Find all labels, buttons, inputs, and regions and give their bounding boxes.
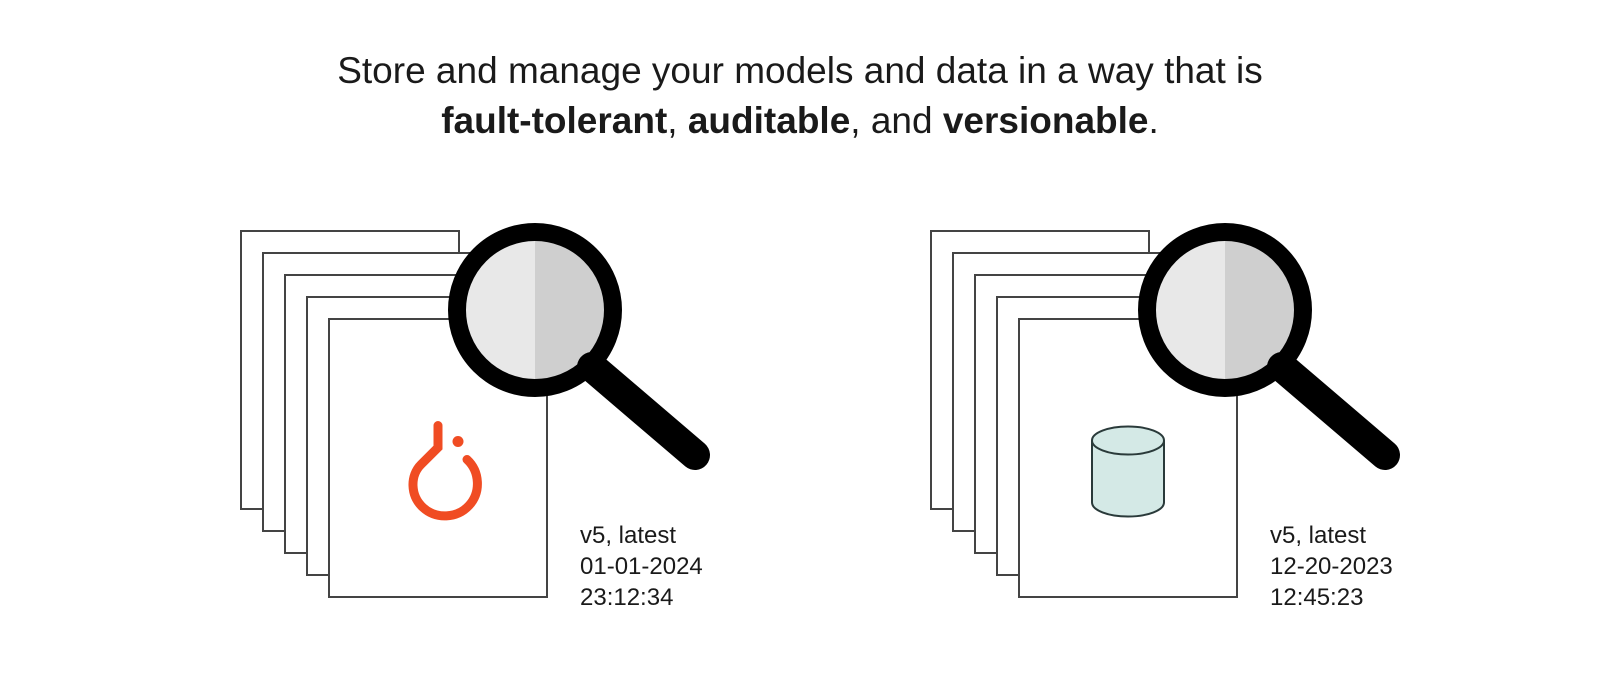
version-date: 12-20-2023 bbox=[1270, 551, 1393, 582]
magnifying-glass-icon bbox=[1130, 220, 1410, 480]
headline-prefix: Store and manage your models and data in… bbox=[337, 50, 1263, 91]
headline: Store and manage your models and data in… bbox=[0, 46, 1600, 146]
version-label: v5, latest bbox=[580, 520, 703, 551]
headline-sep2: , and bbox=[850, 100, 943, 141]
version-time: 12:45:23 bbox=[1270, 582, 1393, 613]
data-versions-group: v5, latest 12-20-2023 12:45:23 bbox=[900, 230, 1460, 630]
version-date: 01-01-2024 bbox=[580, 551, 703, 582]
headline-kw-versionable: versionable bbox=[943, 100, 1149, 141]
model-versions-group: v5, latest 01-01-2024 23:12:34 bbox=[210, 230, 770, 630]
version-label: v5, latest bbox=[1270, 520, 1393, 551]
headline-kw-fault-tolerant: fault-tolerant bbox=[441, 100, 667, 141]
headline-suffix: . bbox=[1149, 100, 1159, 141]
headline-sep1: , bbox=[667, 100, 688, 141]
diagram-stage: v5, latest 01-01-2024 23:12:34 bbox=[0, 230, 1600, 650]
version-time: 23:12:34 bbox=[580, 582, 703, 613]
headline-kw-auditable: auditable bbox=[688, 100, 850, 141]
version-meta: v5, latest 12-20-2023 12:45:23 bbox=[1270, 520, 1393, 614]
version-meta: v5, latest 01-01-2024 23:12:34 bbox=[580, 520, 703, 614]
magnifying-glass-icon bbox=[440, 220, 720, 480]
